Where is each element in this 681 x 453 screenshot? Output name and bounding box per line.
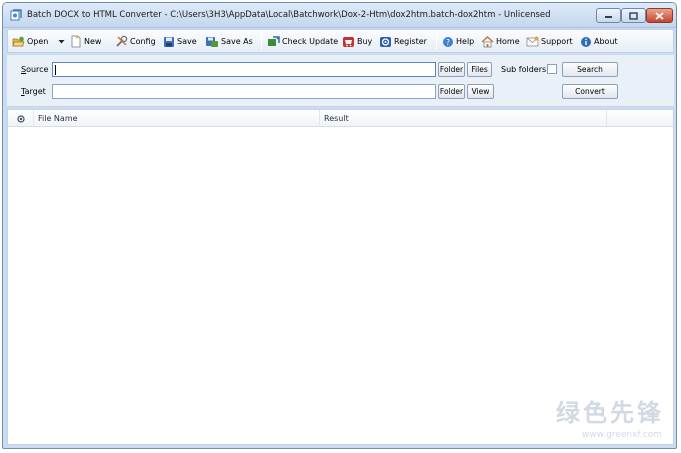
config-button[interactable]: Config [115,32,156,51]
save-as-button[interactable]: Save As [205,32,253,51]
toolbar: Open New Config Save Save As Check Updat… [7,29,674,53]
open-folder-icon [12,36,25,46]
toolbar-separator [261,33,262,50]
watermark-text: 绿色先锋 [556,399,664,427]
open-button[interactable]: Open [12,32,48,51]
target-folder-button[interactable]: Folder [438,84,465,99]
minimize-icon [605,15,612,18]
target-input[interactable] [52,84,436,99]
sub-folders-label: Sub folders [501,65,547,74]
support-label: Support [541,37,573,46]
target-label: Target [21,87,46,96]
info-icon [581,36,591,47]
register-label: Register [394,37,427,46]
shopping-cart-icon [343,36,354,47]
home-icon [481,35,494,47]
home-button[interactable]: Home [481,32,520,51]
new-button[interactable]: New [70,32,101,51]
open-label: Open [27,37,49,46]
watermark-url: www.greenxf.com [581,430,662,440]
toolbar-separator [436,33,437,50]
open-dropdown-arrow[interactable] [58,32,65,51]
sub-folders-checkbox[interactable] [547,64,557,74]
buy-button[interactable]: Buy [342,32,372,51]
convert-button[interactable]: Convert [562,84,618,99]
view-button[interactable]: View [467,84,494,99]
help-label: Help [456,37,475,46]
app-window: Batch DOCX to HTML Converter - C:\Users\… [2,2,677,449]
status-column-header[interactable] [8,110,34,127]
close-icon [655,11,664,20]
about-label: About [594,37,618,46]
save-label: Save [177,37,197,46]
source-folder-button[interactable]: Folder [438,62,465,77]
check-update-label: Check Update [282,37,339,46]
save-as-label: Save As [221,37,253,46]
floppy-disk-icon [164,36,174,47]
source-label: Source [21,65,49,74]
file-name-column-header[interactable]: File Name [34,110,320,127]
register-icon [380,36,391,47]
register-button[interactable]: Register [379,32,427,51]
result-column-header[interactable]: Result [320,110,607,127]
update-icon [268,35,280,46]
search-button[interactable]: Search [562,62,618,77]
text-caret [55,65,56,75]
config-label: Config [130,37,156,46]
help-icon: ? [443,36,453,47]
chevron-down-icon [58,40,65,44]
support-icon [526,36,539,46]
svg-text:?: ? [446,38,450,47]
buy-label: Buy [357,37,373,46]
support-button[interactable]: Support [526,32,573,51]
new-label: New [84,37,102,46]
new-document-icon [71,35,81,48]
tools-icon [116,35,128,47]
home-label: Home [496,37,520,46]
minimize-button[interactable] [596,8,621,23]
title-bar[interactable]: Batch DOCX to HTML Converter - C:\Users\… [3,3,676,28]
save-button[interactable]: Save [163,32,197,51]
maximize-button[interactable] [621,8,646,23]
about-button[interactable]: About [580,32,618,51]
save-as-icon [206,36,218,47]
maximize-icon [629,11,638,20]
source-input[interactable] [52,62,436,77]
list-header: File Name Result [8,110,673,127]
help-button[interactable]: ? Help [442,32,474,51]
window-title: Batch DOCX to HTML Converter - C:\Users\… [27,10,551,20]
close-button[interactable] [646,8,673,23]
options-panel: Source Folder Files Sub folders Search T… [7,55,674,107]
status-dot-icon [16,114,25,123]
app-icon [10,9,22,21]
source-files-button[interactable]: Files [467,62,492,77]
check-update-button[interactable]: Check Update [267,32,338,51]
